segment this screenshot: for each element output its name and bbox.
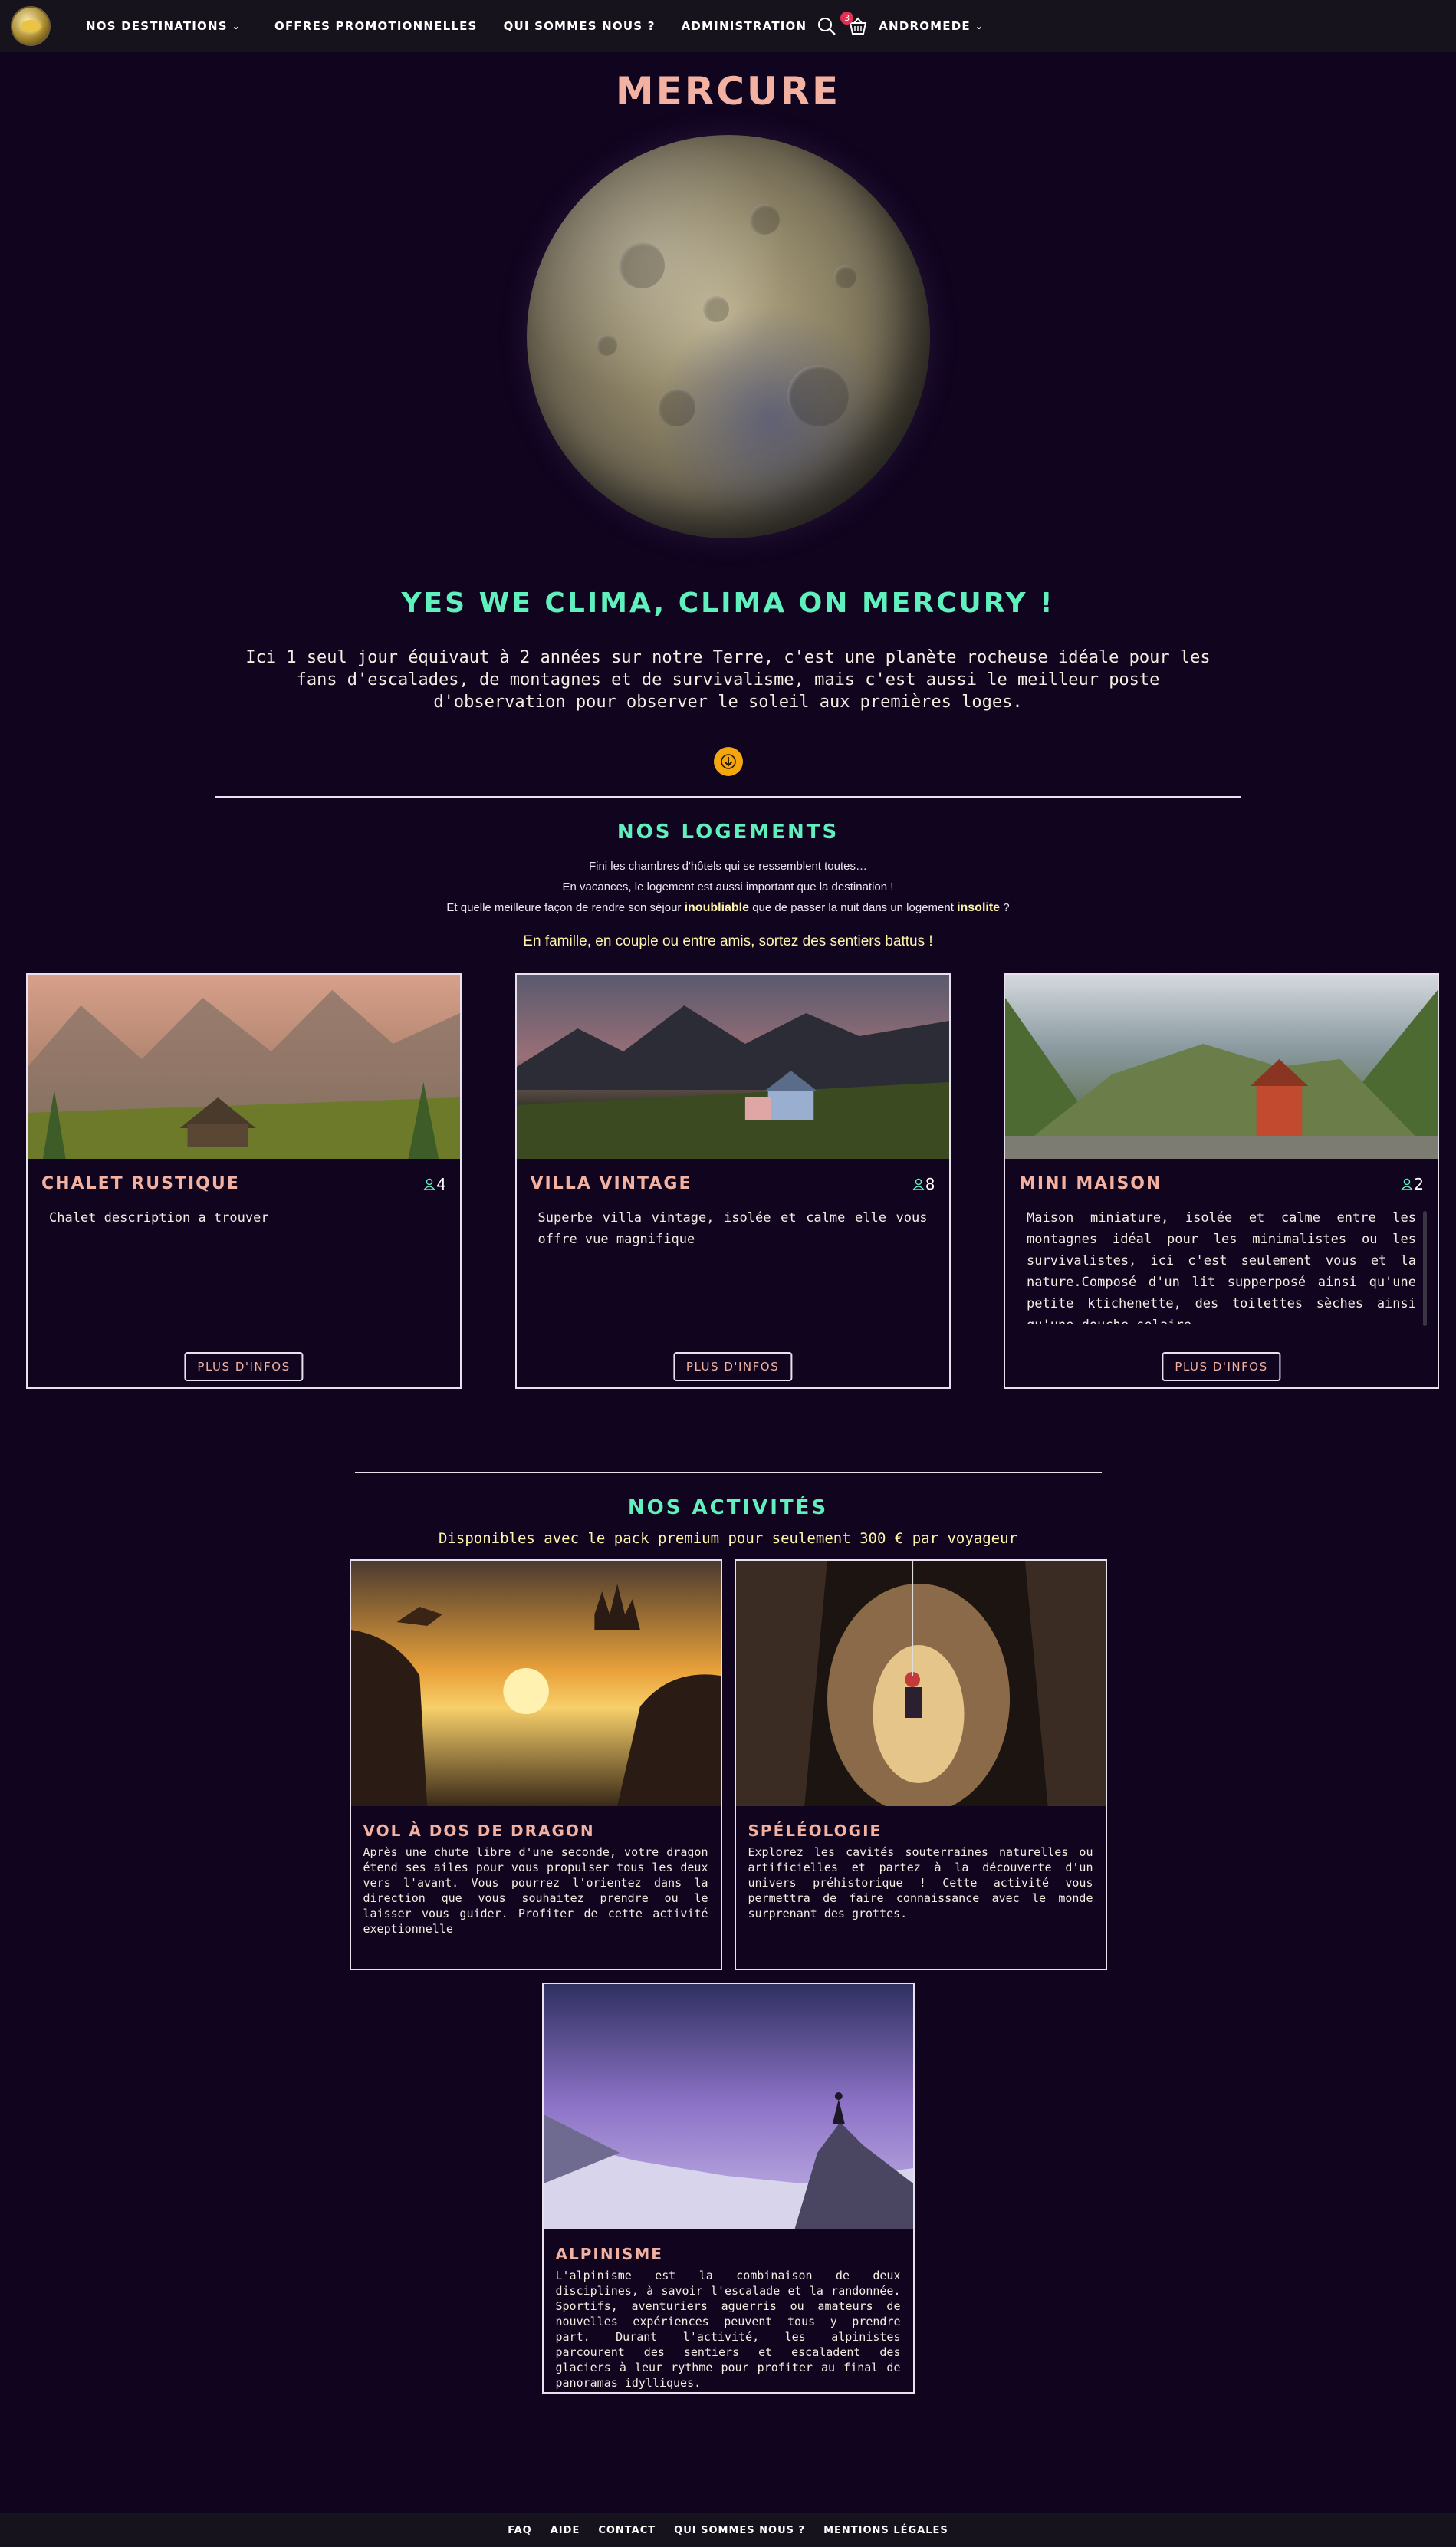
chalet-image <box>28 975 460 1159</box>
user-menu-label: Andromede <box>879 19 971 33</box>
chevron-down-icon: ⌄ <box>232 21 242 31</box>
logement-card: Chalet rustique 4 Chalet description a t… <box>26 973 462 1389</box>
user-icon <box>1401 1178 1414 1190</box>
intro-line-3-text: que de passer la nuit dans un logement <box>749 901 958 914</box>
site-logo[interactable] <box>11 6 51 46</box>
more-info-button[interactable]: Plus d'infos <box>672 1352 793 1381</box>
footer-about-link[interactable]: Qui sommes nous ? <box>674 2525 805 2536</box>
description-scrollbar[interactable] <box>1423 1211 1427 1326</box>
hero-section: Mercure Yes we clima, clima on Mercury !… <box>0 69 1456 798</box>
highlight-insolite: insolite <box>957 901 1001 914</box>
activite-title: Vol à dos de dragon <box>363 1821 595 1840</box>
user-icon <box>423 1178 436 1190</box>
logements-card-list: Chalet rustique 4 Chalet description a t… <box>0 973 1456 1389</box>
premium-note: Disponibles avec le pack premium pour se… <box>439 1530 1017 1547</box>
footer-aide-link[interactable]: Aide <box>551 2525 580 2536</box>
dragon-image <box>350 1561 721 1806</box>
activite-description: L'alpinisme est la combinaison de deux d… <box>555 2269 901 2390</box>
logement-description: Chalet description a trouver <box>49 1210 269 1226</box>
footer-faq-link[interactable]: FAQ <box>508 2525 532 2536</box>
logement-title: Mini maison <box>1019 1174 1162 1193</box>
logement-description: Superbe villa vintage, isolée et calme e… <box>537 1210 928 1247</box>
scroll-down-button[interactable] <box>713 747 743 776</box>
planet-tagline: Yes we clima, clima on Mercury ! <box>401 587 1055 619</box>
capacity: 8 <box>912 1175 935 1193</box>
footer-legal-link[interactable]: Mentions légales <box>823 2525 948 2536</box>
logements-title: Nos logements <box>616 821 840 844</box>
nav-destinations-dropdown[interactable]: Nos destinations ⌄ <box>86 19 241 33</box>
nav-admin-link[interactable]: Administration <box>682 19 807 33</box>
nav-destinations-label: Nos destinations <box>86 19 228 33</box>
logements-section: Nos logements Fini les chambres d'hôtels… <box>0 821 1456 1389</box>
nav-about-link[interactable]: Qui sommes nous ? <box>504 19 656 33</box>
logement-title: Chalet rustique <box>41 1174 240 1193</box>
activites-row: Vol à dos de dragon Après une chute libr… <box>0 1559 1456 1970</box>
more-info-button[interactable]: Plus d'infos <box>1162 1352 1281 1381</box>
logement-title: Villa vintage <box>530 1174 692 1193</box>
activite-title: Spéléologie <box>748 1821 882 1840</box>
footer: FAQ Aide Contact Qui sommes nous ? Menti… <box>0 2513 1456 2547</box>
more-info-button[interactable]: Plus d'infos <box>184 1352 304 1381</box>
capacity: 4 <box>422 1175 446 1193</box>
nav-promotions-link[interactable]: Offres promotionnelles <box>274 19 478 33</box>
highlight-inoubliable: inoubliable <box>684 901 750 914</box>
nav-items: Nos destinations ⌄ Offres promotionnelle… <box>86 0 1010 52</box>
capacity-count: 4 <box>436 1174 446 1193</box>
activite-description: Après une chute libre d'une seconde, vot… <box>363 1845 708 1936</box>
user-icon <box>912 1178 925 1190</box>
search-icon[interactable] <box>816 15 837 37</box>
section-divider <box>354 1472 1102 1473</box>
planet-description: Ici 1 seul jour équivaut à 2 années sur … <box>245 648 1211 712</box>
activite-description: Explorez les cavités souterraines nature… <box>748 1845 1093 1920</box>
logement-card: Villa vintage 8 Superbe villa vintage, i… <box>514 973 951 1389</box>
alpinisme-image <box>543 1984 913 2229</box>
activite-title: Alpinisme <box>555 2245 663 2263</box>
navbar: Nos destinations ⌄ Offres promotionnelle… <box>0 0 1456 52</box>
mini-maison-image <box>1005 975 1438 1159</box>
planet-image <box>526 135 930 538</box>
logement-description[interactable]: Maison miniature, isolée et calme entre … <box>1005 1193 1438 1324</box>
activites-section: Nos activités Disponibles avec le pack p… <box>0 1472 1456 2394</box>
activite-card: Vol à dos de dragon Après une chute libr… <box>349 1559 722 1970</box>
cart-button[interactable]: 3 <box>840 12 869 38</box>
planet-title: Mercure <box>615 69 841 114</box>
capacity-count: 8 <box>925 1174 935 1193</box>
activites-title: Nos activités <box>627 1496 829 1519</box>
intro-line-3-text: ? <box>1000 901 1010 914</box>
logements-cta: En famille, en couple ou entre amis, sor… <box>523 933 933 949</box>
intro-line-3-text: Et quelle meilleure façon de rendre son … <box>446 901 685 914</box>
speleologie-image <box>735 1561 1106 1806</box>
user-menu-dropdown[interactable]: Andromede ⌄ <box>879 19 984 33</box>
logement-card: Mini maison 2 Maison miniature, isolée e… <box>1004 973 1439 1389</box>
intro-line-3: Et quelle meilleure façon de rendre son … <box>0 897 1456 918</box>
logements-intro: Fini les chambres d'hôtels qui se ressem… <box>0 856 1456 918</box>
arrow-down-icon <box>720 754 736 769</box>
chevron-down-icon: ⌄ <box>975 21 984 31</box>
activite-card: Alpinisme L'alpinisme est la combinaison… <box>541 1983 915 2394</box>
section-divider <box>215 796 1241 798</box>
footer-contact-link[interactable]: Contact <box>598 2525 656 2536</box>
activites-row: Alpinisme L'alpinisme est la combinaison… <box>0 1983 1456 2394</box>
activite-card: Spéléologie Explorez les cavités souterr… <box>734 1559 1107 1970</box>
intro-line-2: En vacances, le logement est aussi impor… <box>562 880 894 893</box>
capacity: 2 <box>1400 1175 1424 1193</box>
intro-line-1: Fini les chambres d'hôtels qui se ressem… <box>588 860 868 873</box>
capacity-count: 2 <box>1414 1174 1424 1193</box>
villa-image <box>516 975 949 1159</box>
